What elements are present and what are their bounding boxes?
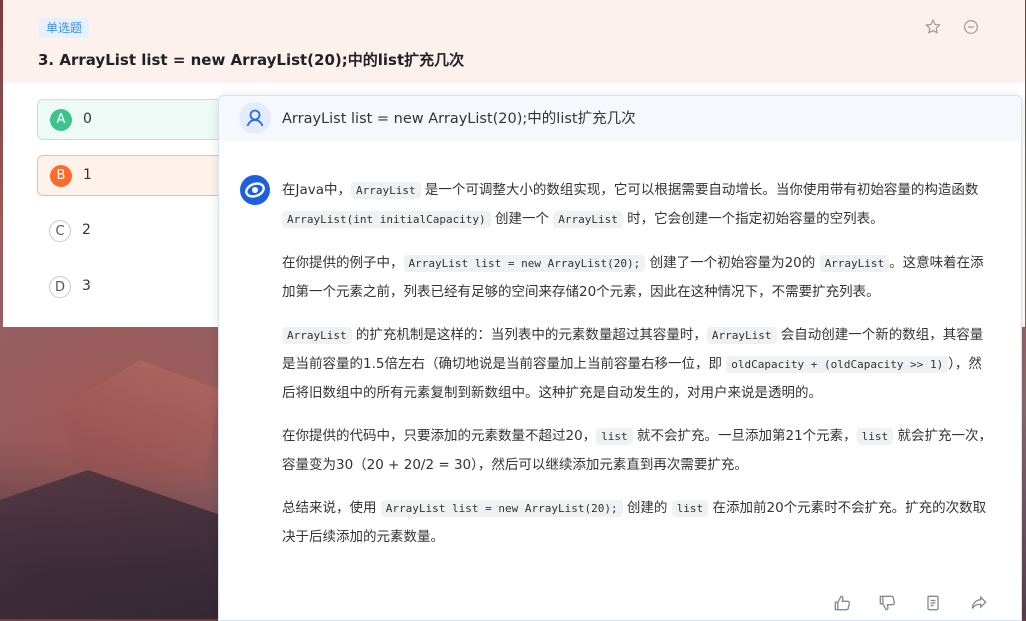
background-rock — [0, 470, 220, 619]
option-text: 1 — [83, 167, 92, 183]
question-type-badge: 单选题 — [39, 18, 90, 38]
ai-assistant-logo-icon — [240, 175, 270, 205]
option-b[interactable]: B 1 — [37, 155, 227, 196]
option-letter: D — [49, 276, 71, 298]
option-letter: C — [49, 220, 71, 242]
copy-icon[interactable] — [923, 593, 943, 613]
answer-paragraph: ArrayList 的扩充机制是这样的：当列表中的元素数量超过其容量时， Arra… — [282, 327, 984, 401]
question-title: 3. ArrayList list = new ArrayList(20);中的… — [38, 51, 465, 69]
option-a[interactable]: A 0 — [37, 99, 227, 140]
option-text: 3 — [82, 278, 91, 294]
answer-paragraph: 总结来说，使用 ArrayList list = new ArrayList(2… — [282, 500, 987, 545]
minus-circle-icon[interactable] — [962, 18, 980, 36]
user-avatar-icon — [239, 102, 271, 134]
answer-paragraph: 在你提供的代码中，只要添加的元素数量不超过20， list 就不会扩充。一旦添加第… — [282, 428, 992, 473]
question-header: 单选题 3. ArrayList list = new ArrayList(20… — [3, 0, 1025, 83]
thumbs-down-icon[interactable] — [877, 593, 897, 613]
option-letter: A — [50, 109, 72, 131]
user-question-text: ArrayList list = new ArrayList(20);中的lis… — [282, 111, 636, 127]
answer-paragraph: 在你提供的例子中， ArrayList list = new ArrayList(… — [282, 255, 984, 300]
option-d[interactable]: D 3 — [37, 267, 227, 308]
option-letter: B — [50, 165, 72, 187]
user-question-bar: ArrayList list = new ArrayList(20);中的lis… — [219, 96, 1021, 141]
ai-answer-panel: ArrayList list = new ArrayList(20);中的lis… — [218, 95, 1022, 621]
option-c[interactable]: C 2 — [37, 211, 227, 252]
star-icon[interactable] — [924, 18, 942, 36]
ai-answer-text: 在Java中， ArrayList 是一个可调整大小的数组实现，它可以根据需要自动… — [282, 176, 992, 566]
option-text: 0 — [83, 111, 92, 127]
option-text: 2 — [82, 222, 91, 238]
share-icon[interactable] — [969, 593, 989, 613]
background-rock — [60, 360, 220, 480]
thumbs-up-icon[interactable] — [832, 593, 852, 613]
answer-paragraph: 在Java中， ArrayList 是一个可调整大小的数组实现，它可以根据需要自动… — [282, 182, 979, 228]
